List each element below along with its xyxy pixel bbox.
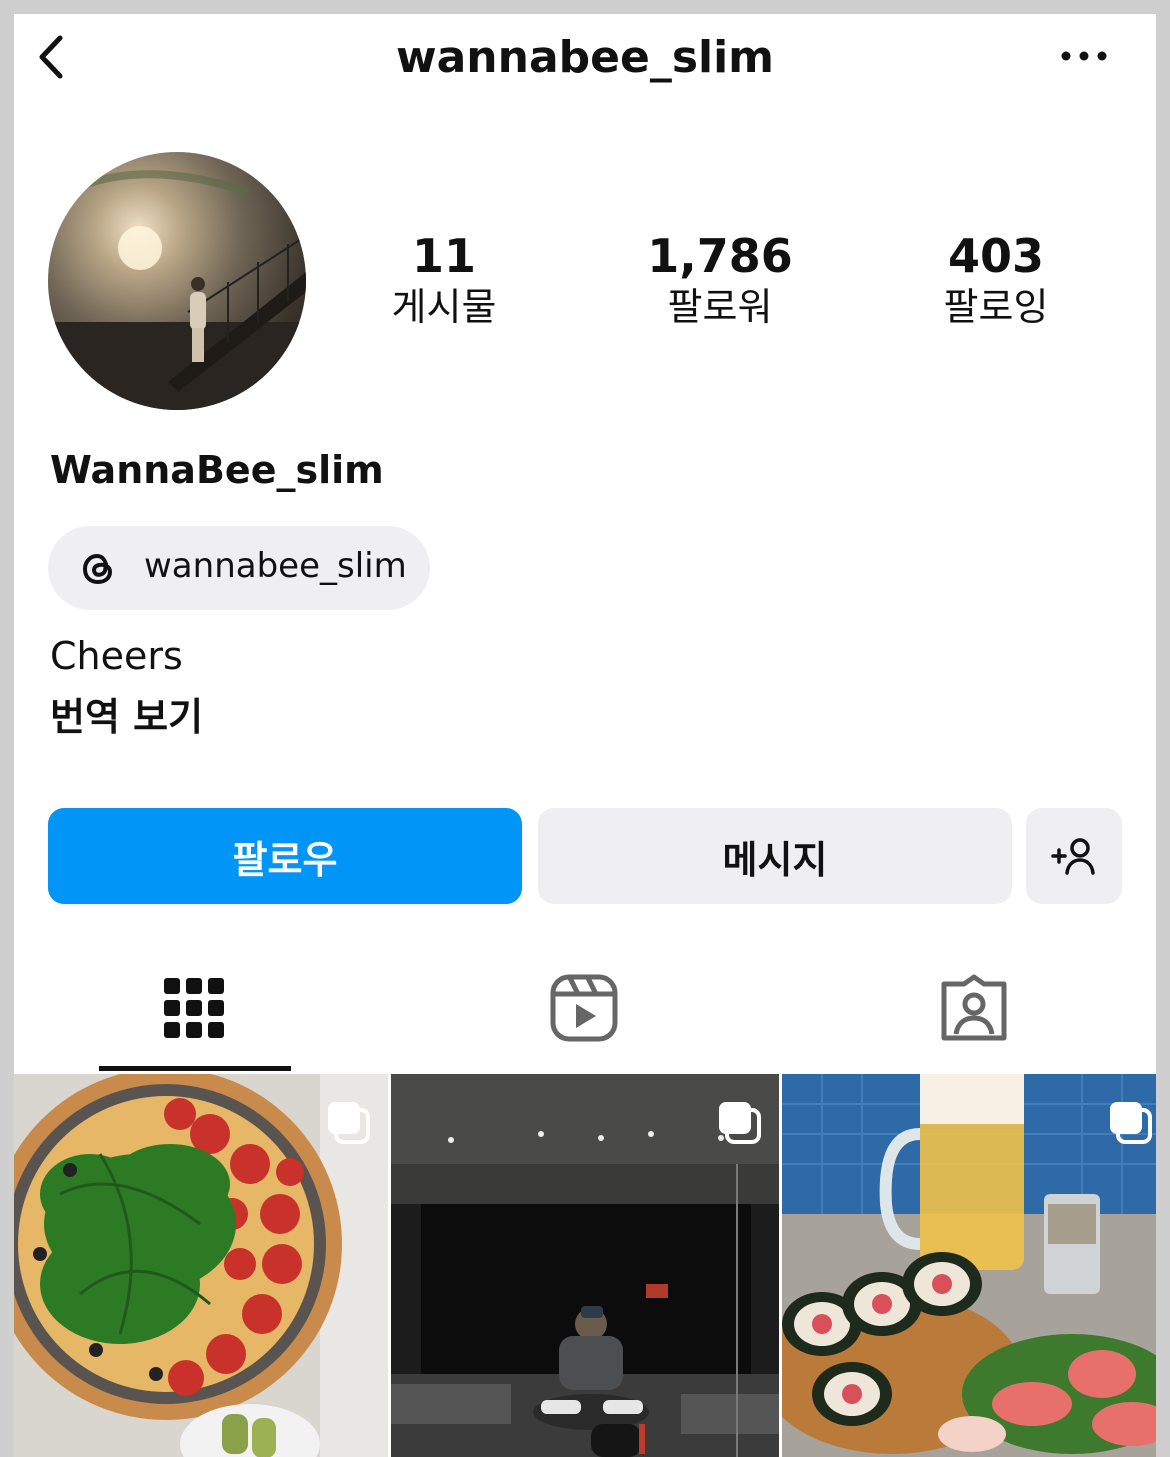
followers-count[interactable]: 1,786 팔로워 [610,230,830,332]
threads-handle: wannabee_slim [144,546,407,586]
carousel-icon [1110,1102,1152,1144]
display-name: WannaBee_slim [50,448,384,492]
threads-icon [82,553,113,585]
profile-username-title: wannabee_slim [395,32,775,83]
follow-button[interactable]: 팔로우 [48,808,522,904]
followers-count-label: 팔로워 [667,285,773,329]
tab-posts-grid[interactable] [14,970,394,1070]
bio-text: Cheers [50,634,183,678]
post-tile-gym[interactable] [391,1074,779,1457]
message-button[interactable]: 메시지 [538,808,1012,904]
avatar-photo [48,170,306,410]
following-count-value: 403 [947,229,1045,283]
following-count-label: 팔로잉 [943,285,1049,329]
following-count[interactable]: 403 팔로잉 [886,230,1106,332]
grid-icon [164,978,224,1038]
tab-reels[interactable] [394,970,774,1070]
avatar[interactable] [48,152,306,410]
post-tile-beer-sushi[interactable] [782,1074,1156,1457]
posts-count-label: 게시물 [391,285,497,329]
beer-and-sushi-photo [782,1074,1156,1457]
followers-count-value: 1,786 [647,229,793,283]
more-options-icon[interactable] [1056,44,1112,68]
suggested-users-button[interactable] [1026,808,1122,904]
tagged-icon [941,974,1007,1041]
tab-tagged[interactable] [776,970,1156,1070]
reels-icon [550,974,618,1042]
post-tile-pizza[interactable] [14,1074,388,1457]
threads-link[interactable]: wannabee_slim [48,526,430,610]
add-person-icon [1051,838,1095,875]
posts-grid [14,1074,1156,1457]
posts-count[interactable]: 11 게시물 [334,230,554,332]
profile-screen: wannabee_slim 11 게시물 1,786 팔로워 403 팔로잉 W… [14,14,1156,1457]
posts-count-value: 11 [411,229,476,283]
active-tab-indicator [99,1066,291,1071]
carousel-icon [328,1102,370,1144]
carousel-icon [719,1102,761,1144]
top-bar: wannabee_slim [14,14,1156,100]
see-translation-link[interactable]: 번역 보기 [50,686,203,741]
